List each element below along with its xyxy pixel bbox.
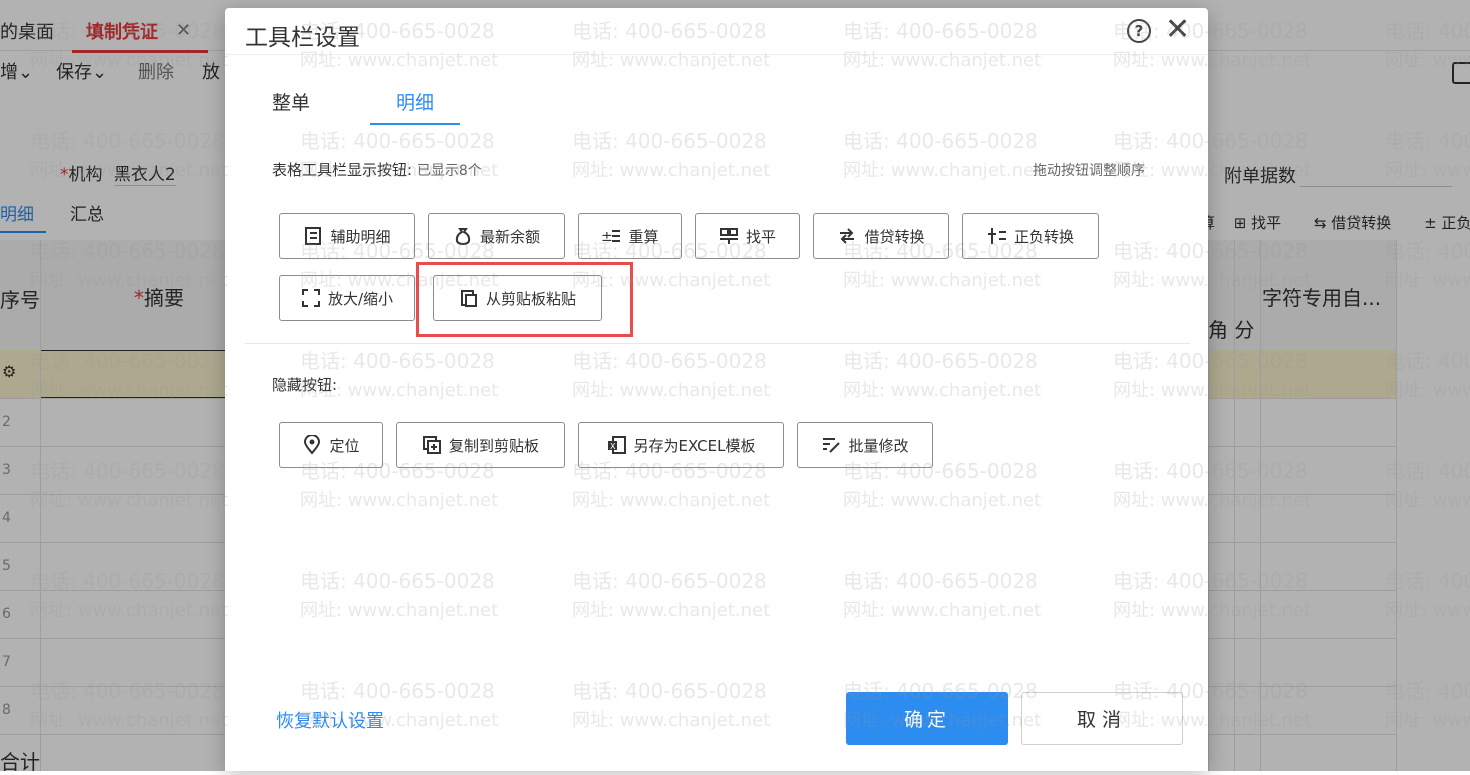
drag-hint: 拖动按钮调整顺序 — [1033, 163, 1145, 179]
calc-icon: ± — [601, 226, 621, 246]
svg-text:±: ± — [601, 229, 613, 245]
shown-buttons-label: 表格工具栏显示按钮: 已显示8个 — [272, 161, 482, 179]
swap-icon — [837, 226, 857, 246]
svg-text:X: X — [610, 442, 616, 451]
toolbar-settings-dialog: 工具栏设置 ? ✕ 整单 明细 表格工具栏显示按钮: 已显示8个 拖动按钮调整顺… — [225, 8, 1208, 771]
debit-credit-button[interactable]: 借贷转换 — [813, 213, 949, 259]
expand-icon — [301, 288, 321, 308]
highlight-box — [416, 262, 633, 337]
edit-list-icon — [821, 435, 841, 455]
shown-count: 已显示8个 — [416, 163, 482, 179]
locate-button[interactable]: 定位 — [279, 422, 383, 468]
cancel-button[interactable]: 取消 — [1021, 692, 1183, 745]
balance-icon — [719, 226, 739, 246]
save-as-excel-template-button[interactable]: X 另存为EXCEL模板 — [578, 422, 784, 468]
hidden-buttons-label: 隐藏按钮: — [272, 376, 338, 394]
ok-button[interactable]: 确定 — [846, 692, 1008, 745]
zoom-button[interactable]: 放大/缩小 — [279, 275, 415, 321]
copy-to-clipboard-button[interactable]: 复制到剪贴板 — [396, 422, 565, 468]
batch-edit-button[interactable]: 批量修改 — [797, 422, 933, 468]
aux-detail-icon — [303, 226, 323, 246]
tab-detail[interactable]: 明细 — [370, 88, 461, 125]
excel-icon: X — [607, 435, 627, 455]
latest-balance-button[interactable]: 最新余额 — [428, 213, 565, 259]
copy-icon — [422, 435, 442, 455]
sign-convert-button[interactable]: 正负转换 — [962, 213, 1099, 259]
plus-minus-icon — [987, 226, 1007, 246]
dialog-title: 工具栏设置 — [245, 25, 360, 51]
restore-defaults-link[interactable]: 恢复默认设置 — [276, 707, 384, 733]
money-bag-icon — [453, 226, 473, 246]
balance-button[interactable]: 找平 — [695, 213, 800, 259]
help-icon[interactable]: ? — [1127, 19, 1151, 43]
recalc-button[interactable]: ± 重算 — [578, 213, 682, 259]
aux-detail-button[interactable]: 辅助明细 — [279, 213, 415, 259]
location-pin-icon — [302, 435, 322, 455]
tab-whole[interactable]: 整单 — [272, 88, 310, 115]
close-icon[interactable]: ✕ — [1165, 12, 1190, 48]
